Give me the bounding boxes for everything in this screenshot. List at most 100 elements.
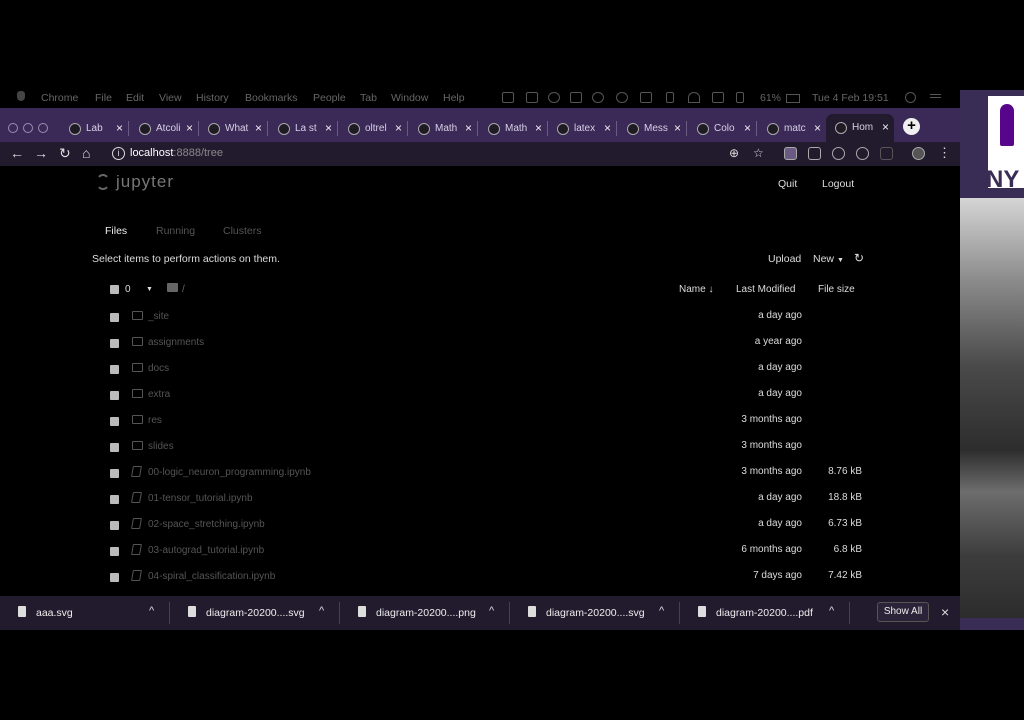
browser-tab[interactable]: What × <box>199 115 268 142</box>
file-name-link[interactable]: 04-spiral_classification.ipynb <box>148 571 275 582</box>
list-item[interactable]: _site a day ago <box>0 305 960 331</box>
row-checkbox[interactable] <box>110 469 119 478</box>
search-icon[interactable] <box>905 92 916 103</box>
menu-list-icon[interactable] <box>930 94 941 98</box>
list-item[interactable]: 00-logic_neuron_programming.ipynb 3 month… <box>0 461 960 487</box>
new-dropdown-button[interactable]: New ▼ <box>813 253 844 265</box>
row-checkbox[interactable] <box>110 417 119 426</box>
file-name-link[interactable]: 03-autograd_tutorial.ipynb <box>148 545 264 556</box>
list-item[interactable]: extra a day ago <box>0 383 960 409</box>
browser-tab[interactable]: Math × <box>409 115 478 142</box>
menu-window[interactable]: Window <box>391 92 428 104</box>
jupyter-logo[interactable]: jupyter <box>96 172 174 192</box>
menu-chrome[interactable]: Chrome <box>41 92 78 104</box>
extension-icon[interactable] <box>808 147 821 160</box>
close-tab-icon[interactable]: × <box>882 120 889 134</box>
browser-tab-active[interactable]: Hom × <box>826 114 894 142</box>
forward-icon[interactable]: → <box>34 146 48 160</box>
close-tab-icon[interactable]: × <box>744 121 751 135</box>
browser-tab[interactable]: latex × <box>548 115 617 142</box>
row-checkbox[interactable] <box>110 391 119 400</box>
row-checkbox[interactable] <box>110 313 119 322</box>
minimize-window-icon[interactable] <box>23 123 33 133</box>
tab-files[interactable]: Files <box>105 225 127 237</box>
refresh-icon[interactable]: ↻ <box>854 251 864 265</box>
menu-view[interactable]: View <box>159 92 182 104</box>
list-item[interactable]: 01-tensor_tutorial.ipynb a day ago 18.8 kB <box>0 487 960 513</box>
chevron-up-icon[interactable]: ^ <box>149 605 154 617</box>
quit-button[interactable]: Quit <box>778 178 797 190</box>
close-tab-icon[interactable]: × <box>535 121 542 135</box>
close-tab-icon[interactable]: × <box>604 121 611 135</box>
wifi-icon[interactable] <box>688 92 700 103</box>
chevron-up-icon[interactable]: ^ <box>829 605 834 617</box>
list-item[interactable]: 04-spiral_classification.ipynb 7 days ago… <box>0 565 960 591</box>
close-window-icon[interactable] <box>8 123 18 133</box>
browser-tab[interactable]: Lab × <box>60 115 129 142</box>
status-app-icon[interactable] <box>616 92 628 103</box>
close-tab-icon[interactable]: × <box>674 121 681 135</box>
tab-clusters[interactable]: Clusters <box>223 225 262 237</box>
browser-tab[interactable]: La st × <box>269 115 338 142</box>
file-name-link[interactable]: extra <box>148 389 170 400</box>
chrome-menu-icon[interactable]: ⋮ <box>938 146 951 160</box>
file-name-link[interactable]: slides <box>148 441 174 452</box>
close-tab-icon[interactable]: × <box>395 121 402 135</box>
close-icon[interactable]: × <box>941 604 949 620</box>
browser-tab[interactable]: Mess × <box>618 115 687 142</box>
status-app-icon[interactable] <box>548 92 560 103</box>
menu-clock[interactable]: Tue 4 Feb 19:51 <box>812 92 889 104</box>
status-app-icon[interactable] <box>640 92 652 103</box>
menu-bookmarks[interactable]: Bookmarks <box>245 92 298 104</box>
show-all-downloads-button[interactable]: Show All <box>877 602 929 622</box>
extension-icon[interactable] <box>784 147 797 160</box>
browser-tab[interactable]: Math × <box>479 115 548 142</box>
list-item[interactable]: docs a day ago <box>0 357 960 383</box>
home-icon[interactable]: ⌂ <box>82 146 90 160</box>
download-item[interactable]: diagram-20200....svg ^ <box>170 596 340 630</box>
address-bar[interactable]: localhost:8888/tree <box>130 147 223 159</box>
list-item[interactable]: assignments a year ago <box>0 331 960 357</box>
close-tab-icon[interactable]: × <box>325 121 332 135</box>
sort-by-modified-header[interactable]: Last Modified <box>736 284 795 295</box>
row-checkbox[interactable] <box>110 573 119 582</box>
select-all-checkbox[interactable] <box>110 285 119 294</box>
close-tab-icon[interactable]: × <box>814 121 821 135</box>
reload-icon[interactable]: ↻ <box>59 146 71 160</box>
list-item[interactable]: slides 3 months ago <box>0 435 960 461</box>
status-app-icon[interactable] <box>570 92 582 103</box>
status-app-icon[interactable] <box>502 92 514 103</box>
file-name-link[interactable]: assignments <box>148 337 204 348</box>
close-tab-icon[interactable]: × <box>465 121 472 135</box>
row-checkbox[interactable] <box>110 443 119 452</box>
row-checkbox[interactable] <box>110 495 119 504</box>
close-tab-icon[interactable]: × <box>186 121 193 135</box>
file-name-link[interactable]: 00-logic_neuron_programming.ipynb <box>148 467 311 478</box>
folder-icon[interactable] <box>167 283 178 292</box>
download-item[interactable]: diagram-20200....pdf ^ <box>680 596 850 630</box>
file-name-link[interactable]: 02-space_stretching.ipynb <box>148 519 265 530</box>
browser-tab[interactable]: Colo × <box>688 115 757 142</box>
browser-tab[interactable]: Atcoli × <box>130 115 199 142</box>
file-name-link[interactable]: _site <box>148 311 169 322</box>
download-item[interactable]: diagram-20200....svg ^ <box>510 596 680 630</box>
upload-button[interactable]: Upload <box>768 253 801 265</box>
apple-icon[interactable] <box>17 91 25 101</box>
menu-help[interactable]: Help <box>443 92 465 104</box>
browser-tab[interactable]: oltrel × <box>339 115 408 142</box>
menu-people[interactable]: People <box>313 92 346 104</box>
list-item[interactable]: res 3 months ago <box>0 409 960 435</box>
sort-by-name-header[interactable]: Name ↓ <box>679 284 713 295</box>
zoom-icon[interactable]: ⊕ <box>729 146 739 160</box>
chevron-up-icon[interactable]: ^ <box>319 605 324 617</box>
extension-icon[interactable] <box>880 147 893 160</box>
row-checkbox[interactable] <box>110 339 119 348</box>
selection-dropdown-icon[interactable]: ▼ <box>146 286 153 293</box>
back-icon[interactable]: ← <box>10 146 24 160</box>
new-tab-button[interactable]: + <box>903 118 920 135</box>
profile-avatar[interactable] <box>912 147 925 160</box>
list-item[interactable]: 02-space_stretching.ipynb a day ago 6.73 k… <box>0 513 960 539</box>
logout-button[interactable]: Logout <box>822 178 854 190</box>
site-info-icon[interactable]: i <box>112 147 125 160</box>
list-item[interactable]: 03-autograd_tutorial.ipynb 6 months ago 6.… <box>0 539 960 565</box>
